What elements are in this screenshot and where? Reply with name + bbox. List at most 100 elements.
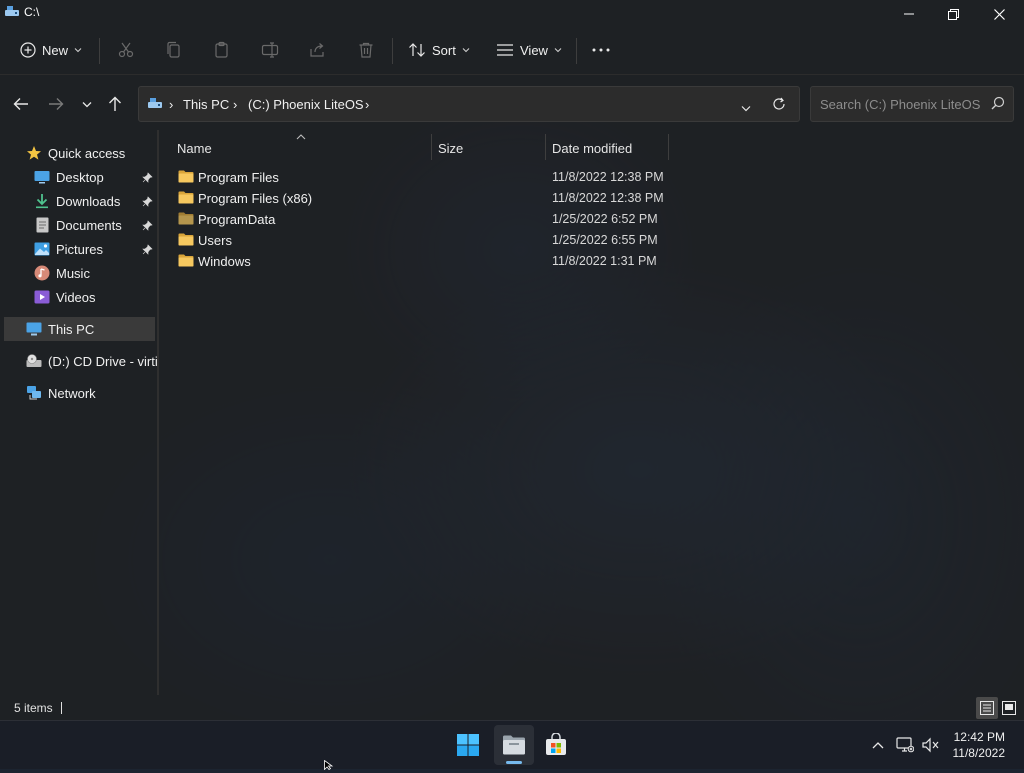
paste-button[interactable] — [212, 40, 232, 60]
start-button[interactable] — [448, 725, 488, 765]
rename-icon — [261, 42, 279, 58]
file-row-users[interactable]: Users 1/25/2022 6:55 PM — [172, 230, 692, 251]
tiles-view-button[interactable] — [998, 697, 1020, 719]
taskbar-store[interactable] — [536, 725, 576, 765]
sidebar-item-label: This PC — [48, 321, 95, 337]
system-clock[interactable]: 12:42 PM 11/8/2022 — [945, 729, 1006, 761]
music-icon — [34, 265, 50, 281]
sidebar-item-label: Videos — [56, 289, 96, 305]
arrow-up-icon — [109, 96, 121, 111]
status-divider — [61, 702, 62, 714]
file-date: 11/8/2022 12:38 PM — [552, 170, 664, 184]
sidebar-item-network[interactable]: Network — [26, 381, 96, 405]
sidebar-item-downloads[interactable]: Downloads — [34, 189, 120, 213]
sidebar-item-desktop[interactable]: Desktop — [34, 165, 104, 189]
column-separator[interactable] — [545, 134, 546, 160]
network-disconnected-icon — [896, 737, 914, 753]
back-button[interactable] — [10, 93, 32, 115]
file-name: ProgramData — [198, 212, 276, 227]
recent-locations-button[interactable] — [76, 93, 98, 115]
details-view-button[interactable] — [976, 697, 998, 719]
sidebar-item-cd-drive[interactable]: (D:) CD Drive - virtio-win-0.1.2 — [26, 349, 158, 373]
arrow-right-icon — [49, 98, 64, 110]
taskbar-file-explorer[interactable] — [494, 725, 534, 765]
file-row-programdata[interactable]: ProgramData 1/25/2022 6:52 PM — [172, 209, 692, 230]
file-name: Program Files (x86) — [198, 191, 313, 206]
chevron-down-icon — [82, 101, 92, 107]
sidebar-item-videos[interactable]: Videos — [34, 285, 96, 309]
file-row-windows[interactable]: Windows 11/8/2022 1:31 PM — [172, 251, 692, 272]
column-header-size[interactable]: Size — [438, 136, 463, 160]
sidebar-item-documents[interactable]: Documents — [34, 213, 122, 237]
pin-icon — [141, 219, 153, 231]
share-button[interactable] — [308, 40, 328, 60]
sidebar-item-quick-access[interactable]: Quick access — [26, 141, 125, 165]
folder-icon — [178, 191, 194, 207]
view-button[interactable]: View — [496, 36, 562, 64]
chevron-down-icon — [462, 48, 470, 53]
close-button[interactable] — [976, 0, 1022, 28]
cut-button[interactable] — [116, 40, 136, 60]
show-hidden-icons-button[interactable] — [868, 735, 888, 755]
sidebar-item-label: Pictures — [56, 241, 103, 257]
file-row-program-files-x86[interactable]: Program Files (x86) 11/8/2022 12:38 PM — [172, 188, 692, 209]
delete-button[interactable] — [356, 40, 376, 60]
minimize-button[interactable] — [886, 0, 932, 28]
breadcrumb-c-drive[interactable]: (C:) Phoenix LiteOS — [248, 97, 364, 112]
trash-icon — [359, 42, 373, 58]
more-options-button[interactable] — [591, 40, 611, 60]
column-header-date-modified[interactable]: Date modified — [552, 136, 632, 160]
column-header-name[interactable]: Name — [177, 136, 212, 160]
cd-drive-icon — [26, 353, 42, 369]
sort-ascending-icon — [296, 128, 306, 143]
sidebar-item-music[interactable]: Music — [34, 261, 90, 285]
title-bar[interactable]: C:\ — [0, 0, 1024, 28]
plus-circle-icon — [20, 42, 36, 58]
file-explorer-icon — [503, 735, 525, 755]
network-status-button[interactable] — [895, 735, 915, 755]
toolbar-separator — [576, 38, 577, 64]
up-button[interactable] — [104, 93, 126, 115]
file-row-program-files[interactable]: Program Files 11/8/2022 12:38 PM — [172, 167, 692, 188]
column-separator[interactable] — [668, 134, 669, 160]
address-dropdown-button[interactable] — [741, 100, 751, 115]
chevron-down-icon — [74, 48, 82, 53]
active-app-indicator — [506, 761, 522, 764]
pane-splitter[interactable] — [157, 130, 159, 695]
sidebar-item-label: Downloads — [56, 193, 121, 209]
search-placeholder: Search (C:) Phoenix LiteOS — [820, 97, 981, 112]
sidebar-item-this-pc[interactable]: This PC — [4, 317, 155, 341]
window-title: C:\ — [24, 5, 40, 19]
file-date: 11/8/2022 12:38 PM — [552, 191, 664, 205]
drive-icon — [4, 4, 20, 18]
taskbar: 12:42 PM 11/8/2022 — [0, 720, 1024, 769]
refresh-button[interactable] — [766, 92, 792, 116]
breadcrumb-separator-icon: › — [233, 97, 238, 112]
details-view-icon — [980, 701, 994, 715]
pin-icon — [141, 243, 153, 255]
restore-button[interactable] — [930, 0, 976, 28]
sidebar-item-label: Quick access — [48, 145, 126, 161]
sidebar-item-pictures[interactable]: Pictures — [34, 237, 103, 261]
volume-button[interactable] — [921, 735, 941, 755]
copy-button[interactable] — [164, 40, 184, 60]
share-icon — [310, 43, 324, 57]
file-name: Windows — [198, 254, 251, 269]
file-name: Program Files — [198, 170, 279, 185]
search-input[interactable]: Search (C:) Phoenix LiteOS — [810, 86, 1014, 122]
network-icon — [26, 385, 42, 401]
view-label: View — [520, 42, 548, 58]
clock-time: 12:42 PM — [953, 730, 1005, 744]
forward-button[interactable] — [45, 93, 67, 115]
windows-logo-icon — [457, 734, 479, 756]
new-button[interactable]: New — [20, 36, 82, 64]
breadcrumb-this-pc[interactable]: This PC — [183, 97, 229, 112]
sort-button[interactable]: Sort — [408, 36, 470, 64]
sidebar-item-label: Documents — [56, 217, 122, 233]
toolbar-separator — [99, 38, 100, 64]
column-separator[interactable] — [431, 134, 432, 160]
address-bar[interactable]: › This PC › (C:) Phoenix LiteOS › — [138, 86, 800, 122]
rename-button[interactable] — [260, 40, 280, 60]
drive-icon — [147, 96, 163, 113]
command-bar: New Sort View — [0, 28, 1024, 74]
